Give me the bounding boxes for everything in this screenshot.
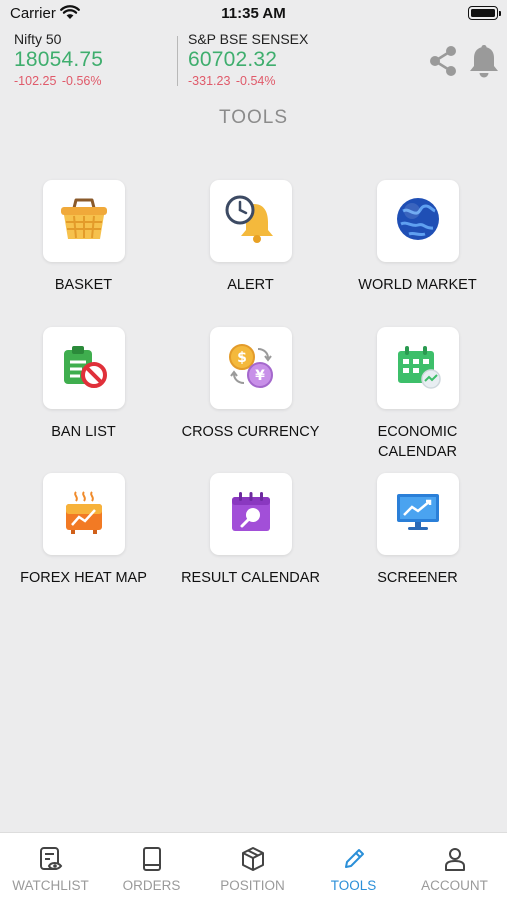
tool-card[interactable]: $ ¥ [209,327,292,409]
tool-card[interactable] [42,327,125,409]
tool-card[interactable] [376,327,459,409]
index-change-percent: -0.54% [235,74,276,88]
status-bar: Carrier 11:35 AM [0,0,507,28]
bottom-nav: WATCHLIST ORDERS POSITION TOOLS ACCOUNT [0,832,507,900]
tool-basket[interactable]: BASKET [0,180,167,295]
tool-label: WORLD MARKET [358,277,477,293]
index-name: Nifty 50 [14,31,62,47]
index-change: -331.23 -0.54% [188,74,308,88]
box-icon [202,846,303,872]
alert-clock-bell-icon [224,194,278,249]
nav-tab-position[interactable]: POSITION [202,833,303,900]
tool-label: RESULT CALENDAR [181,570,320,586]
tool-world-market[interactable]: WORLD MARKET [334,180,501,295]
tool-card[interactable] [42,180,125,262]
index-name: S&P BSE SENSEX [188,31,309,47]
tool-label: ALERT [227,277,274,293]
tool-card[interactable] [209,473,292,555]
forex-heat-map-icon [62,489,106,540]
tool-label: BASKET [54,277,113,293]
tool-screener[interactable]: SCREENER [334,473,501,588]
nav-tab-orders[interactable]: ORDERS [101,833,202,900]
tool-card[interactable] [42,473,125,555]
index-change-percent: -0.56% [61,74,102,88]
index-value: 18054.75 [14,48,104,71]
index-ticker-nifty[interactable]: Nifty 50 18054.75 -102.25 -0.56% [14,31,103,88]
status-time: 11:35 AM [221,5,286,22]
tool-alert[interactable]: ALERT [167,180,334,295]
index-value: 60702.32 [188,48,278,71]
index-change-points: -102.25 [14,74,57,88]
tool-ban-list[interactable]: BAN LIST [0,327,167,442]
book-icon [101,846,202,872]
share-icon[interactable] [427,45,459,82]
nav-label: ACCOUNT [421,878,488,893]
globe-icon [395,196,441,247]
svg-text:$: $ [237,350,247,366]
watchlist-icon [0,846,101,872]
tool-card[interactable] [209,180,292,262]
tool-label: FOREX HEAT MAP [20,570,147,586]
pencil-icon [303,846,404,872]
basket-icon [58,194,110,249]
nav-label: POSITION [220,878,285,893]
index-change-points: -331.23 [188,74,231,88]
battery-icon [468,6,501,20]
index-divider [177,36,178,86]
economic-calendar-icon [394,343,442,394]
svg-text:¥: ¥ [255,368,265,384]
result-calendar-icon [228,489,274,540]
nav-label: ORDERS [122,878,181,893]
tool-label: SCREENER [377,570,458,586]
nav-label: WATCHLIST [12,878,89,893]
nav-label: TOOLS [330,878,377,893]
tool-label-line: ECONOMIC [377,424,458,440]
notification-bell-icon[interactable] [468,43,500,84]
screener-icon [394,490,442,539]
tool-cross-currency[interactable]: $ ¥ CROSS CURRENCY [167,327,334,442]
nav-tab-account[interactable]: ACCOUNT [404,833,505,900]
nav-tab-tools[interactable]: TOOLS [303,833,404,900]
index-change: -102.25 -0.56% [14,74,103,88]
tool-card[interactable] [376,473,459,555]
tool-forex-heat-map[interactable]: FOREX HEAT MAP [0,473,167,588]
nav-tab-watchlist[interactable]: WATCHLIST [0,833,101,900]
tool-economic-calendar[interactable]: ECONOMIC CALENDAR [334,327,501,462]
tool-label-line: CALENDAR [378,444,457,460]
page-title: TOOLS [218,107,289,128]
tool-card[interactable] [376,180,459,262]
tool-label: ECONOMIC CALENDAR [334,422,501,462]
index-ticker-sensex[interactable]: S&P BSE SENSEX 60702.32 -331.23 -0.54% [188,31,308,88]
ban-list-icon [60,342,108,395]
tool-result-calendar[interactable]: RESULT CALENDAR [167,473,334,588]
currency-exchange-icon: $ ¥ [226,341,276,396]
user-icon [404,846,505,872]
tool-label: BAN LIST [51,424,116,440]
tool-label: CROSS CURRENCY [181,424,320,440]
